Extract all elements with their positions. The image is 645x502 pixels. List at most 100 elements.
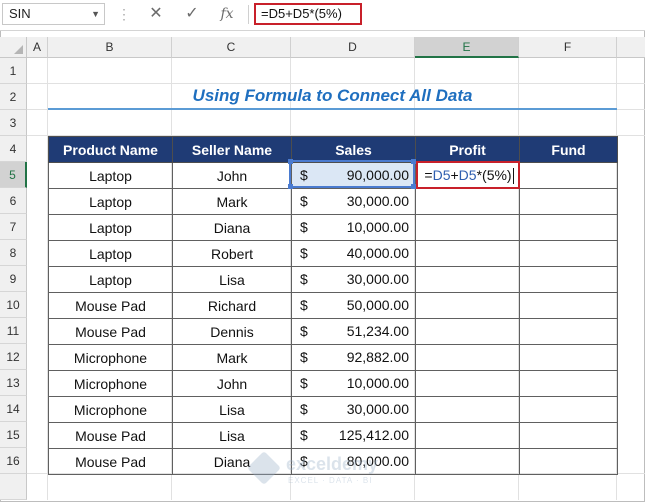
row-header-10[interactable]: 10 [0,292,27,318]
fund-cell[interactable] [519,448,618,475]
select-all-button[interactable] [0,37,27,58]
product-cell[interactable]: Mouse Pad [48,422,173,449]
product-cell[interactable]: Laptop [48,266,173,293]
header-seller-name[interactable]: Seller Name [172,136,292,163]
name-box[interactable]: SIN ▼ [2,3,105,25]
sales-cell[interactable]: $30,000.00 [291,266,416,293]
row-header-1[interactable]: 1 [0,58,27,84]
cancel-icon[interactable]: ✕ [145,4,167,24]
sales-cell[interactable]: $90,000.00 [291,162,416,189]
row-header-8[interactable]: 8 [0,240,27,266]
row-header-3[interactable]: 3 [0,110,27,136]
profit-cell[interactable] [415,318,520,345]
seller-cell[interactable]: Mark [172,188,292,215]
profit-cell[interactable] [415,240,520,267]
product-cell[interactable]: Microphone [48,370,173,397]
seller-cell[interactable]: Robert [172,240,292,267]
product-cell[interactable]: Mouse Pad [48,292,173,319]
seller-cell[interactable]: Lisa [172,396,292,423]
product-cell[interactable]: Microphone [48,344,173,371]
product-cell[interactable]: Microphone [48,396,173,423]
column-header-g[interactable] [617,37,645,58]
fund-cell[interactable] [519,240,618,267]
column-header-b[interactable]: B [48,37,172,58]
profit-cell[interactable] [415,448,520,475]
sales-cell[interactable]: $30,000.00 [291,188,416,215]
fund-cell[interactable] [519,214,618,241]
sales-cell[interactable]: $10,000.00 [291,370,416,397]
profit-cell[interactable] [415,188,520,215]
profit-cell[interactable] [415,266,520,293]
row-header-11[interactable]: 11 [0,318,27,344]
product-cell[interactable]: Laptop [48,240,173,267]
profit-cell-editing[interactable]: =D5+D5*(5%) [415,161,520,189]
fund-cell[interactable] [519,162,618,189]
cell-formula-editor[interactable]: =D5+D5*(5%) [416,161,520,189]
sales-cell[interactable]: $92,882.00 [291,344,416,371]
seller-cell[interactable]: Lisa [172,422,292,449]
seller-cell[interactable]: Dennis [172,318,292,345]
row-header-4[interactable]: 4 [0,136,27,162]
seller-cell[interactable]: Diana [172,214,292,241]
seller-cell[interactable]: John [172,370,292,397]
watermark-name: exceldemy [286,454,379,474]
profit-cell[interactable] [415,292,520,319]
column-header-e[interactable]: E [415,37,519,58]
product-cell[interactable]: Mouse Pad [48,448,173,475]
fund-cell[interactable] [519,266,618,293]
seller-cell[interactable]: John [172,162,292,189]
column-header-c[interactable]: C [172,37,291,58]
sales-cell[interactable]: $50,000.00 [291,292,416,319]
currency-symbol: $ [300,297,308,313]
seller-cell[interactable]: Richard [172,292,292,319]
product-cell[interactable]: Mouse Pad [48,318,173,345]
profit-cell[interactable] [415,344,520,371]
fund-cell[interactable] [519,318,618,345]
formula-input[interactable]: =D5+D5*(5%) [254,3,362,25]
fund-cell[interactable] [519,344,618,371]
header-fund[interactable]: Fund [519,136,618,163]
header-sales[interactable]: Sales [291,136,416,163]
sales-cell[interactable]: $10,000.00 [291,214,416,241]
column-header-d[interactable]: D [291,37,415,58]
fund-cell[interactable] [519,370,618,397]
seller-cell[interactable]: Mark [172,344,292,371]
fund-cell[interactable] [519,422,618,449]
header-product-name[interactable]: Product Name [48,136,173,163]
chevron-down-icon[interactable]: ▼ [91,4,100,24]
profit-cell[interactable] [415,370,520,397]
row-header-5[interactable]: 5 [0,162,27,188]
row-header-2[interactable]: 2 [0,84,27,110]
sales-cell[interactable]: $30,000.00 [291,396,416,423]
sales-cell[interactable]: $51,234.00 [291,318,416,345]
sales-amount: 125,412.00 [338,427,409,443]
profit-cell[interactable] [415,396,520,423]
seller-cell[interactable]: Lisa [172,266,292,293]
row-header-9[interactable]: 9 [0,266,27,292]
row-header-16[interactable]: 16 [0,448,27,474]
column-header-f[interactable]: F [519,37,617,58]
column-header-a[interactable]: A [27,37,48,58]
insert-function-icon[interactable]: fx [216,4,238,24]
product-cell[interactable]: Laptop [48,214,173,241]
profit-cell[interactable] [415,214,520,241]
fund-cell[interactable] [519,292,618,319]
row-header-14[interactable]: 14 [0,396,27,422]
product-cell[interactable]: Laptop [48,188,173,215]
enter-icon[interactable]: ✓ [181,4,203,24]
row-header-7[interactable]: 7 [0,214,27,240]
row-header-12[interactable]: 12 [0,344,27,370]
row-header-6[interactable]: 6 [0,188,27,214]
sales-cell[interactable]: $125,412.00 [291,422,416,449]
header-profit[interactable]: Profit [415,136,520,163]
formula-equals: = [424,167,433,183]
watermark: exceldemy EXCEL · DATA · BI [246,451,406,494]
sales-cell[interactable]: $40,000.00 [291,240,416,267]
row-header-15[interactable]: 15 [0,422,27,448]
row-header-17[interactable] [0,474,27,500]
fund-cell[interactable] [519,188,618,215]
product-cell[interactable]: Laptop [48,162,173,189]
profit-cell[interactable] [415,422,520,449]
row-header-13[interactable]: 13 [0,370,27,396]
fund-cell[interactable] [519,396,618,423]
